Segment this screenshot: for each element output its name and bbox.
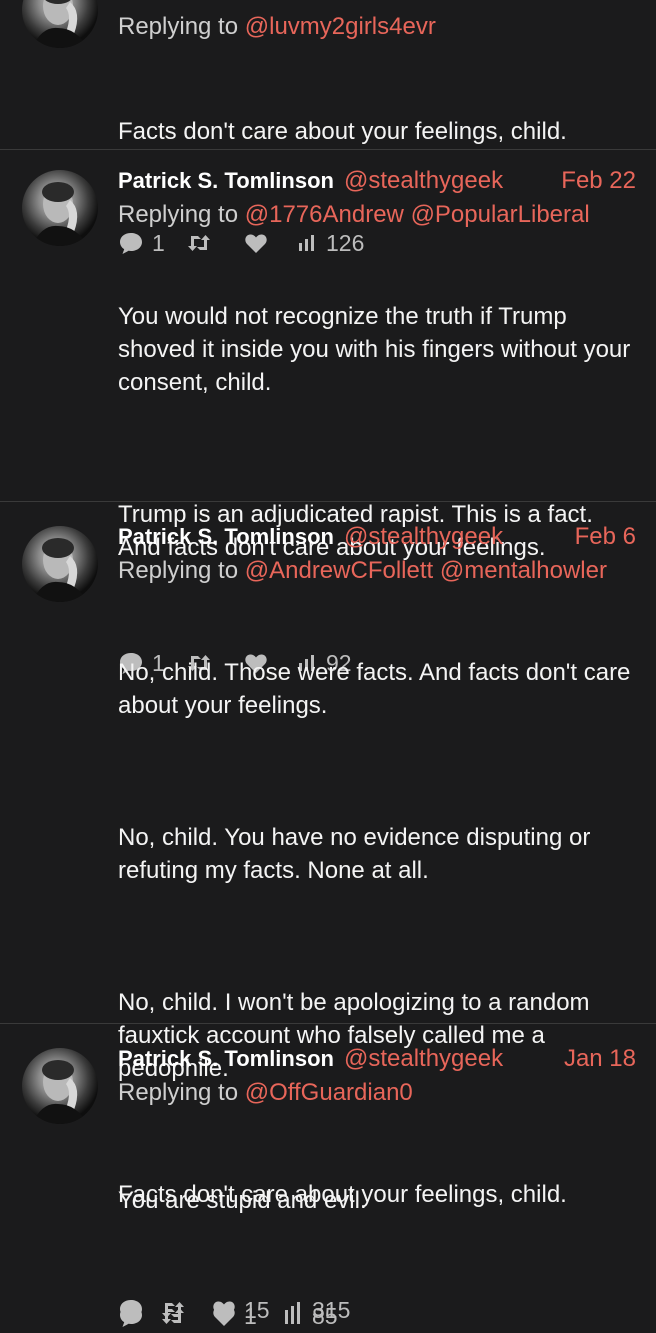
replying-prefix: Replying to: [118, 557, 239, 584]
mention-link[interactable]: @luvmy2girls4evr: [245, 13, 436, 40]
view-count: 315: [312, 1296, 351, 1323]
retweet-button[interactable]: [160, 1300, 212, 1320]
avatar-photo-icon: [32, 182, 88, 246]
mention-link[interactable]: @1776Andrew: [245, 201, 404, 228]
tweet-body: Facts don't care about your feelings, ch…: [118, 1112, 636, 1277]
tweet-card[interactable]: Patrick S. Tomlinson @stealthygeek Jan 1…: [0, 1024, 656, 1323]
mention-link[interactable]: @AndrewCFollett: [245, 557, 433, 584]
tweet-header: Patrick S. Tomlinson @stealthygeek Jan 1…: [118, 1042, 636, 1076]
like-count: 15: [244, 1296, 270, 1323]
replying-prefix: Replying to: [118, 201, 239, 228]
tweet-paragraph: No, child. You have no evidence disputin…: [118, 824, 598, 884]
like-button[interactable]: 15: [212, 1297, 282, 1324]
replying-prefix: Replying to: [118, 13, 239, 40]
tweet-card[interactable]: Patrick S. Tomlinson @stealthygeek Feb 6…: [0, 502, 656, 1329]
tweet-header: Patrick S. Tomlinson @stealthygeek Feb 6: [118, 520, 636, 554]
author-handle[interactable]: @stealthygeek: [344, 1042, 503, 1076]
author-name[interactable]: Patrick S. Tomlinson: [118, 1042, 334, 1076]
author-handle[interactable]: @stealthygeek: [344, 164, 503, 198]
avatar[interactable]: [22, 0, 98, 48]
mention-link[interactable]: @PopularLiberal: [411, 201, 590, 228]
author-name[interactable]: Patrick S. Tomlinson: [118, 520, 334, 554]
comment-bubble-icon: [120, 1300, 142, 1321]
avatar[interactable]: [22, 170, 98, 246]
mention-link[interactable]: @mentalhowler: [440, 557, 607, 584]
replying-prefix: Replying to: [118, 1079, 239, 1106]
tweet-card[interactable]: Patrick S. Tomlinson @stealthygeek Feb 2…: [0, 150, 656, 676]
tweet-header: Patrick S. Tomlinson @stealthygeek Feb 2…: [118, 164, 636, 198]
author-name[interactable]: Patrick S. Tomlinson: [118, 164, 334, 198]
tweet-card[interactable]: Replying to @luvmy2girls4evr Facts don't…: [0, 0, 656, 256]
avatar-photo-icon: [32, 1060, 88, 1124]
bar-chart-icon: [285, 1302, 300, 1318]
tweet-date[interactable]: Jan 18: [564, 1042, 636, 1076]
tweet-date[interactable]: Feb 6: [575, 520, 636, 554]
mention-link[interactable]: @OffGuardian0: [245, 1079, 413, 1106]
avatar-photo-icon: [32, 0, 88, 48]
avatar[interactable]: [22, 1048, 98, 1124]
author-handle[interactable]: @stealthygeek: [344, 520, 503, 554]
reply-button[interactable]: [118, 1298, 160, 1322]
tweet-paragraph: No, child. Those were facts. And facts d…: [118, 659, 638, 719]
tweet-paragraph: You would not recognize the truth if Tru…: [118, 303, 637, 396]
tweet-feed: Replying to @luvmy2girls4evr Facts don't…: [0, 0, 656, 1329]
retweet-icon: [162, 1302, 184, 1318]
tweet-date[interactable]: Feb 22: [561, 164, 636, 198]
tweet-paragraph: Facts don't care about your feelings, ch…: [118, 1181, 567, 1208]
avatar[interactable]: [22, 526, 98, 602]
avatar-photo-icon: [32, 538, 88, 602]
tweet-actions: 15 315: [118, 1293, 636, 1327]
replying-to-line: Replying to @OffGuardian0: [118, 1076, 636, 1110]
tweet-paragraph: Facts don't care about your feelings, ch…: [118, 118, 567, 145]
replying-to-line: Replying to @luvmy2girls4evr: [118, 10, 636, 44]
replying-to-line: Replying to @AndrewCFollett @mentalhowle…: [118, 554, 636, 588]
views-button[interactable]: 315: [282, 1297, 350, 1324]
replying-to-line: Replying to @1776Andrew @PopularLiberal: [118, 198, 636, 232]
heart-icon: [213, 1301, 235, 1320]
